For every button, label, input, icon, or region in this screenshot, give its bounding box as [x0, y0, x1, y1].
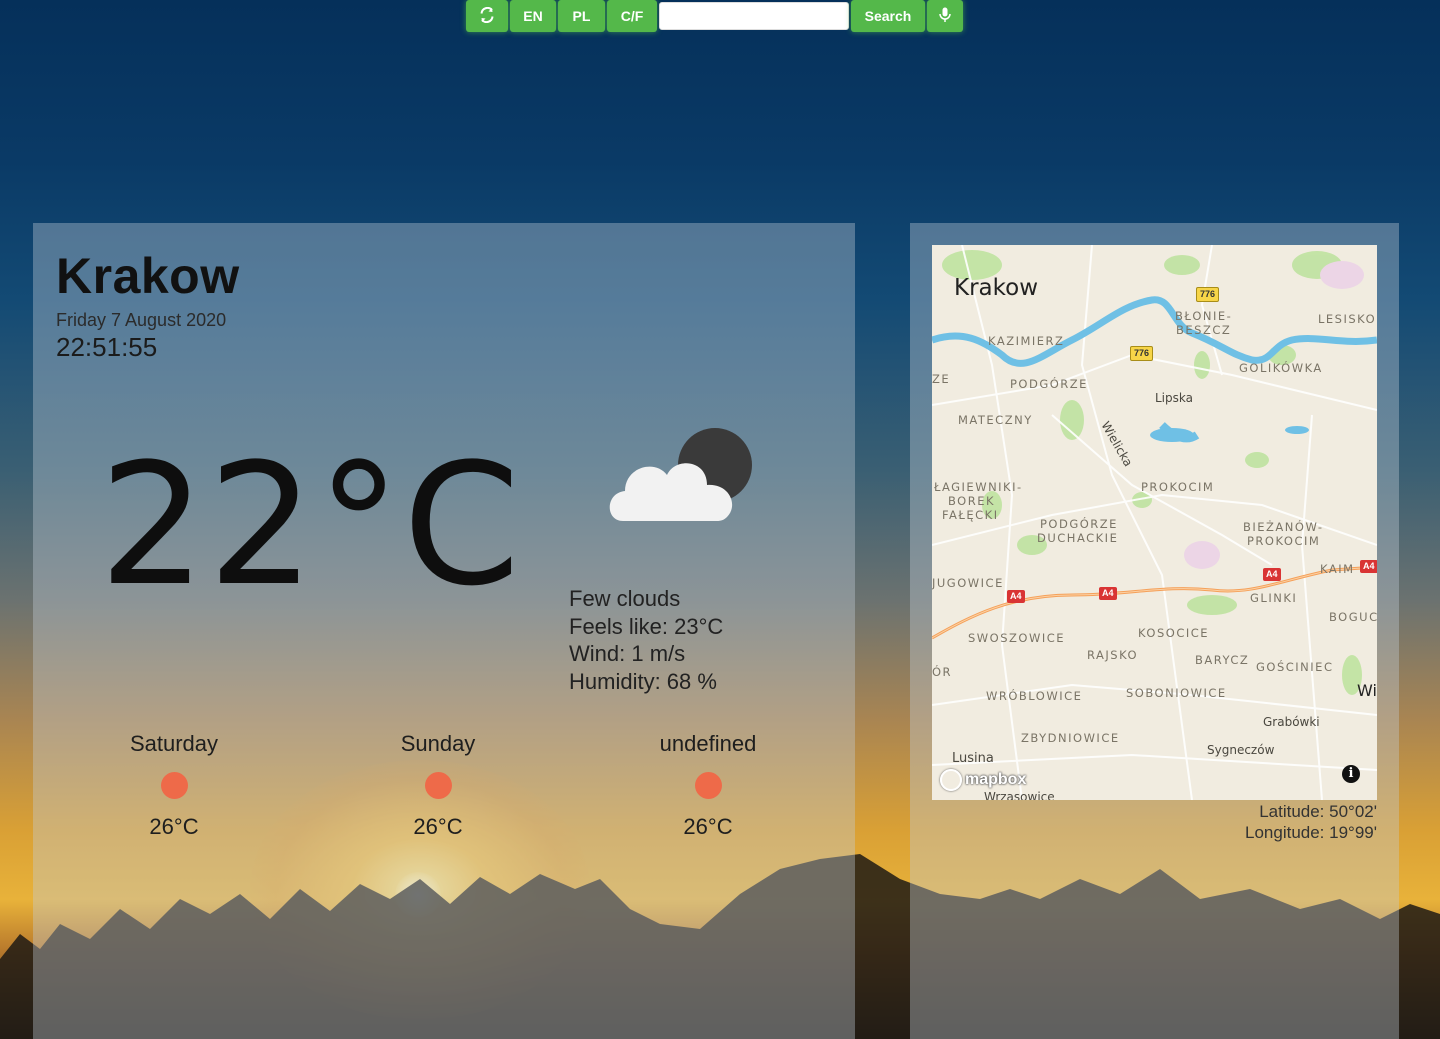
road-shield-a4: A4 [1099, 587, 1117, 600]
city-search-input[interactable] [659, 2, 849, 30]
map-label: KOSOCICE [1138, 626, 1210, 640]
microphone-icon [939, 7, 951, 26]
map-label: KAZIMIERZ [988, 334, 1065, 348]
mapbox-wordmark: mapbox [965, 771, 1027, 788]
units-toggle-button[interactable]: C/F [607, 0, 657, 32]
map-label: PROKOCIM [1247, 534, 1321, 548]
map-label: BESZCZ [1176, 323, 1232, 337]
sun-dot-icon [160, 772, 188, 799]
sun-dot-icon [424, 772, 452, 799]
humidity: Humidity: 68 % [569, 668, 717, 694]
coordinates: Latitude: 50°02' Longitude: 19°99' [1245, 801, 1377, 843]
latitude: Latitude: 50°02' [1259, 802, 1377, 821]
map-label: BOREK [948, 494, 996, 508]
refresh-button[interactable] [466, 0, 508, 32]
map-label: Sygneczów [1207, 743, 1275, 757]
wind-speed: Wind: 1 m/s [569, 641, 686, 666]
map-label: JUGOWICE [932, 576, 1004, 590]
voice-search-button[interactable] [927, 0, 963, 32]
map-label: PODGÓRZE [1040, 517, 1118, 531]
road-shield-a4: A4 [1263, 568, 1281, 581]
map-label: BARYCZ [1195, 653, 1250, 667]
top-toolbar: EN PL C/F Search [466, 0, 965, 32]
map-city-label: Krakow [954, 275, 1039, 301]
map-label: Wrzasowice [984, 790, 1055, 800]
mapbox-logo-icon [940, 769, 962, 791]
map-label: GOLIKÓWKA [1239, 361, 1323, 375]
map-label: KAIM [1320, 562, 1355, 576]
forecast-temperature: 26°C [413, 814, 463, 839]
map-label: Grabówki [1263, 715, 1320, 729]
map-label: Lusina [952, 751, 994, 766]
map-label: BŁONIE- [1175, 309, 1233, 323]
map-label: LESISKO [1318, 312, 1377, 326]
map-label: DUCHACKIE [1037, 531, 1119, 545]
weather-panel: Krakow Friday 7 August 2020 22:51:55 22°… [33, 223, 855, 1039]
map-label: PROKOCIM [1141, 480, 1215, 494]
mapbox-logo[interactable]: mapbox [940, 769, 1026, 791]
map-attribution-info-icon[interactable]: i [1342, 765, 1360, 783]
map-label: ZE [932, 372, 951, 386]
map-label: MATECZNY [958, 413, 1033, 427]
map-label: BOGUCI [1329, 610, 1377, 624]
map-label: ZBYDNIOWICE [1021, 731, 1120, 745]
map-label: ŁAGIEWNIKI- [934, 480, 1023, 494]
weather-details: Few clouds Feels like: 23°C Wind: 1 m/s … [569, 585, 723, 695]
sun-dot-icon [694, 772, 722, 799]
forecast-day-name: Sunday [400, 731, 476, 756]
road-shield-776: 776 [1196, 287, 1220, 302]
road-shield-776: 776 [1130, 346, 1154, 361]
refresh-icon [479, 6, 495, 26]
forecast-temperature: 26°C [683, 814, 733, 839]
current-temperature: 22°C [99, 427, 523, 623]
longitude: Longitude: 19°99' [1245, 823, 1377, 842]
road-shield-a4: A4 [1007, 590, 1025, 603]
city-map[interactable]: Krakow 776 776 A4 A4 A4 A4 BŁONIE- BESZC… [932, 245, 1377, 800]
language-pl-button[interactable]: PL [558, 0, 605, 32]
city-name: Krakow [56, 248, 240, 304]
map-label: SWOSZOWICE [968, 631, 1066, 645]
current-date: Friday 7 August 2020 [56, 310, 227, 330]
map-label: GOŚCINIEC [1256, 660, 1334, 674]
feels-like: Feels like: 23°C [569, 613, 724, 639]
map-label: SOBONIOWICE [1126, 686, 1227, 700]
map-label: WRÓBLOWICE [986, 689, 1083, 703]
map-label: PODGÓRZE [1010, 377, 1088, 391]
search-button[interactable]: Search [851, 0, 925, 32]
map-label: FAŁĘCKI [942, 508, 999, 522]
map-label: Lipska [1155, 391, 1193, 405]
map-label: BIEŻANÓW- [1243, 520, 1324, 534]
forecast-day-1: Saturday 26°C [74, 731, 274, 840]
forecast-day-name: Saturday [129, 731, 219, 756]
language-en-button[interactable]: EN [510, 0, 556, 32]
forecast-day-name: undefined [659, 731, 757, 756]
map-label: RAJSKO [1087, 648, 1139, 662]
forecast-day-3: undefined 26°C [608, 731, 808, 840]
map-label: ÓR [932, 665, 953, 679]
map-label: Wi [1357, 681, 1377, 700]
forecast-temperature: 26°C [149, 814, 199, 839]
map-label: GLINKI [1250, 591, 1298, 605]
current-time: 22:51:55 [56, 332, 158, 362]
map-panel: Krakow 776 776 A4 A4 A4 A4 BŁONIE- BESZC… [910, 223, 1399, 1039]
forecast-day-2: Sunday 26°C [338, 731, 538, 840]
few-clouds-night-icon [603, 423, 763, 533]
road-shield-a4: A4 [1360, 560, 1377, 573]
weather-description: Few clouds [569, 586, 681, 611]
